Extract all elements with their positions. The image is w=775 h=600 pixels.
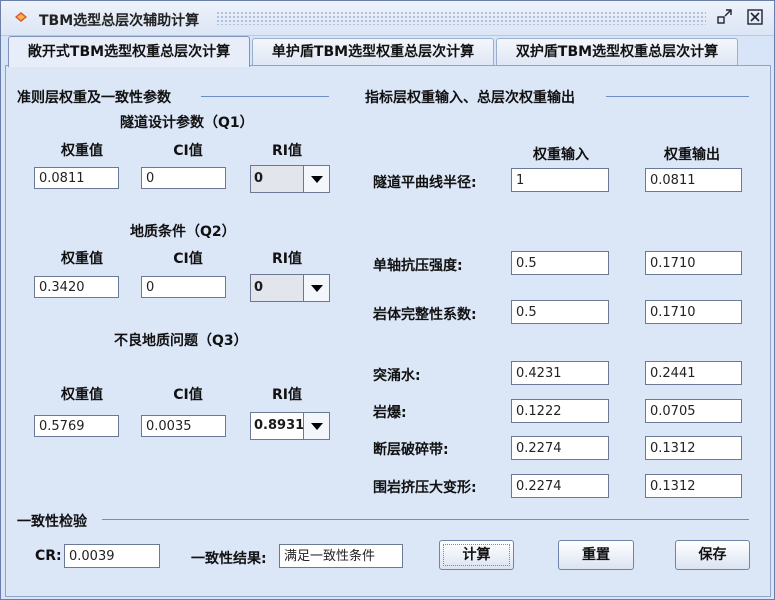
left-section-title: 准则层权重及一致性参数 (17, 90, 171, 106)
output-water-inrush[interactable]: 0.2441 (645, 361, 742, 385)
calculate-button[interactable]: 计算 (439, 540, 514, 570)
cr-label: CR: (35, 548, 62, 564)
consistency-section-title: 一致性检验 (17, 514, 87, 530)
tab-open-tbm[interactable]: 敞开式TBM选型权重总层次计算 (8, 36, 250, 67)
title-bar[interactable]: TBM选型总层次辅助计算 (1, 1, 774, 36)
output-rockburst[interactable]: 0.0705 (645, 399, 742, 423)
row-label-squeezing-deformation: 围岩挤压大变形: (373, 480, 477, 496)
q3-ci-label: CI值 (173, 387, 203, 403)
row-label-water-inrush: 突涌水: (373, 368, 421, 384)
chevron-down-icon[interactable] (303, 275, 329, 301)
q1-ri-select[interactable]: 0 (250, 165, 330, 193)
tab-content-panel: 准则层权重及一致性参数 隧道设计参数（Q1） 权重值 CI值 RI值 0.081… (5, 65, 771, 597)
save-button[interactable]: 保存 (675, 540, 750, 570)
row-label-rockburst: 岩爆: (373, 405, 407, 421)
row-label-rock-integrity: 岩体完整性系数: (373, 307, 477, 323)
output-curve-radius[interactable]: 0.0811 (645, 168, 742, 192)
close-icon[interactable] (747, 9, 763, 25)
right-section-rule (606, 96, 749, 97)
q2-ci-field[interactable]: 0 (141, 276, 226, 298)
input-rockburst[interactable]: 0.1222 (511, 399, 609, 423)
group-q2-title: 地质条件（Q2） (130, 224, 236, 240)
chevron-down-icon[interactable] (303, 413, 329, 439)
q2-ri-value: 0 (251, 275, 303, 301)
tab-double-shield-tbm[interactable]: 双护盾TBM选型权重总层次计算 (496, 38, 738, 65)
consistency-section-rule (102, 519, 749, 520)
input-water-inrush[interactable]: 0.4231 (511, 361, 609, 385)
q3-ri-value: 0.8931 (251, 413, 304, 439)
app-window: TBM选型总层次辅助计算 敞开式TBM选型权重总层次计算 单护盾TBM选型权重总… (0, 0, 775, 600)
output-column-header: 权重输出 (664, 147, 720, 163)
output-rock-integrity[interactable]: 0.1710 (645, 300, 742, 324)
window-title: TBM选型总层次辅助计算 (39, 13, 200, 29)
q1-weight-label: 权重值 (61, 143, 103, 159)
restore-icon[interactable] (717, 9, 733, 25)
title-bar-texture (216, 11, 706, 25)
group-q1-title: 隧道设计参数（Q1） (120, 115, 254, 131)
app-icon (15, 12, 27, 22)
tab-single-shield-tbm[interactable]: 单护盾TBM选型权重总层次计算 (252, 38, 494, 65)
q3-ri-select[interactable]: 0.8931 (250, 412, 330, 440)
row-label-curve-radius: 隧道平曲线半径: (373, 175, 477, 191)
q1-ci-label: CI值 (173, 143, 203, 159)
q3-ci-field[interactable]: 0.0035 (141, 415, 226, 437)
row-label-fault-zone: 断层破碎带: (373, 442, 449, 458)
group-q3-title: 不良地质问题（Q3） (114, 333, 248, 349)
q3-weight-label: 权重值 (61, 387, 103, 403)
q1-ci-field[interactable]: 0 (141, 167, 226, 189)
input-squeezing-deformation[interactable]: 0.2274 (511, 474, 609, 498)
input-column-header: 权重输入 (533, 147, 589, 163)
q2-weight-field[interactable]: 0.3420 (34, 276, 119, 298)
q1-ri-label: RI值 (272, 143, 302, 159)
cr-field[interactable]: 0.0039 (64, 544, 160, 568)
input-compressive-strength[interactable]: 0.5 (511, 251, 609, 275)
q2-ci-label: CI值 (173, 251, 203, 267)
output-squeezing-deformation[interactable]: 0.1312 (645, 474, 742, 498)
q2-weight-label: 权重值 (61, 251, 103, 267)
q3-weight-field[interactable]: 0.5769 (34, 415, 119, 437)
input-curve-radius[interactable]: 1 (511, 168, 609, 192)
consistency-result-field[interactable]: 满足一致性条件 (279, 544, 403, 568)
input-fault-zone[interactable]: 0.2274 (511, 436, 609, 460)
q1-ri-value: 0 (251, 166, 303, 192)
input-rock-integrity[interactable]: 0.5 (511, 300, 609, 324)
q3-ri-label: RI值 (272, 387, 302, 403)
chevron-down-icon[interactable] (303, 166, 329, 192)
right-section-title: 指标层权重输入、总层次权重输出 (365, 90, 575, 106)
left-section-rule (201, 96, 329, 97)
q1-weight-field[interactable]: 0.0811 (34, 167, 119, 189)
output-fault-zone[interactable]: 0.1312 (645, 436, 742, 460)
reset-button[interactable]: 重置 (558, 540, 634, 570)
q2-ri-label: RI值 (272, 251, 302, 267)
output-compressive-strength[interactable]: 0.1710 (645, 251, 742, 275)
row-label-compressive-strength: 单轴抗压强度: (373, 258, 463, 274)
consistency-result-label: 一致性结果: (191, 551, 267, 567)
q2-ri-select[interactable]: 0 (250, 274, 330, 302)
